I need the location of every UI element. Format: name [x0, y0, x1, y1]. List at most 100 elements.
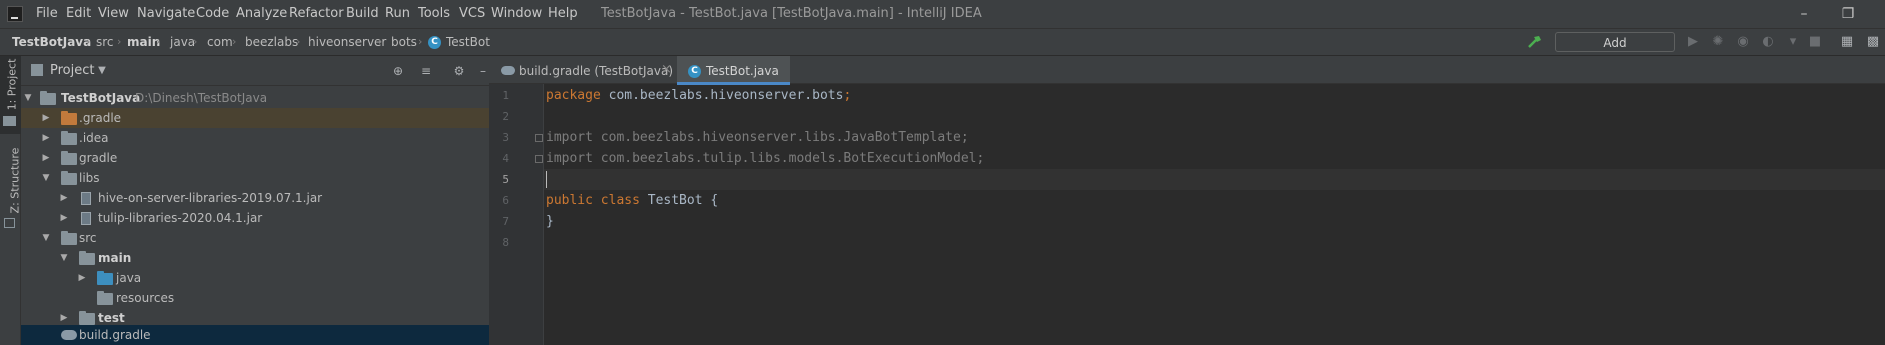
expanded-arrow-icon[interactable]: ▼ [23, 88, 33, 108]
collapse-all-icon[interactable]: ≡ [418, 63, 434, 79]
tree-item-main[interactable]: ▼ main [21, 248, 489, 268]
code-keyword: public class [546, 193, 640, 208]
collapsed-arrow-icon[interactable]: ▶ [59, 208, 69, 228]
line-number: 1 [502, 89, 509, 102]
expanded-arrow-icon[interactable]: ▼ [59, 248, 69, 268]
menu-view[interactable]: View [98, 6, 129, 22]
breadcrumb-separator: › [296, 35, 301, 48]
restore-button[interactable]: ❐ [1838, 4, 1858, 24]
tree-item-libs[interactable]: ▼ libs [21, 168, 489, 188]
tree-item-label: src [79, 231, 97, 245]
breadcrumb-src[interactable]: src [96, 34, 114, 50]
tree-item-src[interactable]: ▼ src [21, 228, 489, 248]
breadcrumb-separator: › [378, 35, 383, 48]
tab-project-label: 1: Project [5, 58, 19, 111]
menu-file[interactable]: File [36, 6, 58, 22]
breadcrumb-bots[interactable]: bots [391, 34, 417, 50]
close-icon[interactable]: × [661, 57, 672, 83]
gear-icon[interactable]: ⚙ [451, 63, 467, 79]
fold-marker-icon[interactable] [535, 155, 543, 163]
tree-item-label: .idea [79, 131, 109, 145]
breadcrumb-com[interactable]: com [207, 34, 233, 50]
tree-item-java[interactable]: ▶ java [21, 268, 489, 288]
tree-item-resources[interactable]: resources [21, 288, 489, 308]
code-punct: ; [976, 151, 985, 166]
folder-icon [61, 111, 77, 125]
tab-label: build.gradle (TestBotJava) [519, 64, 673, 78]
tree-item-tulip-jar[interactable]: ▶ tulip-libraries-2020.04.1.jar [21, 208, 489, 228]
menu-edit[interactable]: Edit [66, 6, 91, 22]
menu-code[interactable]: Code [196, 6, 229, 22]
gradle-elephant-icon [61, 330, 77, 340]
tree-item-idea[interactable]: ▶ .idea [21, 128, 489, 148]
tree-item-label: TestBotJava [61, 91, 141, 105]
source-folder-icon [97, 271, 113, 285]
module-folder-icon [79, 251, 95, 265]
current-line-highlight [544, 169, 1885, 190]
breadcrumb-java[interactable]: java [170, 34, 195, 50]
breadcrumb-beezlabs[interactable]: beezlabs [245, 34, 298, 50]
collapsed-arrow-icon[interactable]: ▶ [77, 268, 87, 288]
minimize-button[interactable]: – [1794, 4, 1814, 24]
menu-window[interactable]: Window [491, 6, 542, 22]
tree-item-label: tulip-libraries-2020.04.1.jar [98, 211, 263, 225]
run-icon[interactable]: ▶ [1684, 33, 1702, 51]
build-hammer-icon[interactable] [1526, 33, 1544, 51]
menu-vcs[interactable]: VCS [459, 6, 485, 22]
tab-structure[interactable]: Z: Structure [0, 148, 21, 230]
tree-item-label: main [98, 251, 132, 265]
breadcrumb-project[interactable]: TestBotJava [12, 34, 91, 50]
expanded-arrow-icon[interactable]: ▼ [41, 228, 51, 248]
menu-tools[interactable]: Tools [418, 6, 450, 22]
tree-item-build-gradle[interactable]: build.gradle [21, 325, 489, 345]
menu-refactor[interactable]: Refactor [289, 6, 344, 22]
add-configuration-button[interactable]: Add Configuration... [1555, 32, 1675, 70]
breadcrumb-hiveonserver[interactable]: hiveonserver [308, 34, 386, 50]
collapsed-arrow-icon[interactable]: ▶ [41, 128, 51, 148]
project-structure-icon[interactable]: ▦ [1838, 33, 1856, 51]
resources-folder-icon [97, 291, 113, 305]
collapsed-arrow-icon[interactable]: ▶ [41, 108, 51, 128]
locate-icon[interactable]: ⊕ [390, 63, 406, 79]
menu-run[interactable]: Run [385, 6, 410, 22]
code-line[interactable]: import com.beezlabs.tulip.libs.models.Bo… [546, 148, 984, 169]
tab-label: TestBot.java [706, 64, 779, 78]
collapsed-arrow-icon[interactable]: ▶ [41, 148, 51, 168]
code-line[interactable]: public class TestBot { [546, 190, 718, 211]
tree-item-label: gradle [79, 151, 118, 165]
tree-item-testbotjava[interactable]: ▼ TestBotJava D:\Dinesh\TestBotJava [21, 88, 489, 108]
java-class-icon: C [688, 65, 701, 78]
tab-project[interactable]: 1: Project [0, 56, 21, 134]
chevron-down-icon[interactable]: ▾ [1784, 33, 1802, 51]
debug-icon[interactable]: ✺ [1709, 33, 1727, 51]
coverage-icon[interactable]: ◉ [1734, 33, 1752, 51]
tree-item-gradle-dir[interactable]: ▶ .gradle [21, 108, 489, 128]
code-text: com.beezlabs.hiveonserver.libs.JavaBotTe… [592, 130, 961, 145]
code-keyword: package [546, 88, 601, 103]
tree-item-hive-jar[interactable]: ▶ hive-on-server-libraries-2019.07.1.jar [21, 188, 489, 208]
intellij-logo-icon[interactable] [7, 6, 23, 22]
chevron-down-icon[interactable]: ▼ [94, 63, 110, 79]
window-title: TestBotJava - TestBot.java [TestBotJava.… [601, 6, 982, 21]
menu-build[interactable]: Build [346, 6, 379, 22]
stop-icon[interactable]: ■ [1806, 33, 1824, 51]
tree-item-gradle[interactable]: ▶ gradle [21, 148, 489, 168]
project-view-icon [31, 64, 43, 76]
gutter-divider [543, 84, 544, 345]
project-panel-title[interactable]: Project [50, 61, 94, 81]
collapsed-arrow-icon[interactable]: ▶ [59, 188, 69, 208]
breadcrumb-separator: › [232, 35, 237, 48]
code-line[interactable]: } [546, 211, 554, 232]
code-line[interactable]: import com.beezlabs.hiveonserver.libs.Ja… [546, 127, 969, 148]
menu-navigate[interactable]: Navigate [137, 6, 195, 22]
terminal-icon[interactable]: ▩ [1864, 33, 1882, 51]
menu-help[interactable]: Help [548, 6, 578, 22]
tab-build-gradle[interactable]: build.gradle (TestBotJava) × [495, 56, 675, 84]
code-line[interactable]: package com.beezlabs.hiveonserver.bots; [546, 85, 851, 106]
profile-icon[interactable]: ◐ [1759, 33, 1777, 51]
tree-item-label: java [116, 271, 142, 285]
fold-marker-icon[interactable] [535, 134, 543, 142]
menu-analyze[interactable]: Analyze [236, 6, 287, 22]
breadcrumb-testbot[interactable]: TestBot [446, 34, 490, 50]
expanded-arrow-icon[interactable]: ▼ [41, 168, 51, 188]
